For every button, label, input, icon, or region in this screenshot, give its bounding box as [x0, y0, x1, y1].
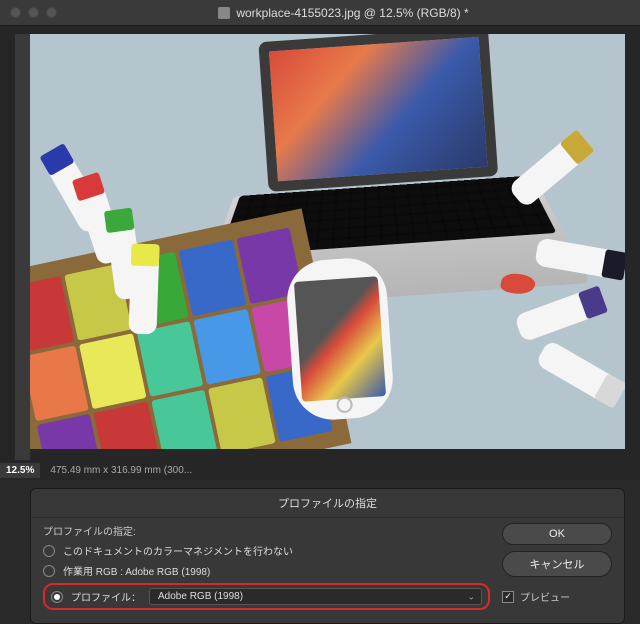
options-group-label: プロファイルの指定:	[43, 523, 490, 538]
radio-icon	[51, 591, 63, 603]
radio-dont-color-manage[interactable]: このドキュメントのカラーマネジメントを行わない	[43, 543, 490, 558]
radio-label: 作業用 RGB : Adobe RGB (1998)	[63, 563, 210, 578]
zoom-icon[interactable]	[46, 7, 57, 18]
canvas-area: 12.5% 475.49 mm x 316.99 mm (300...	[0, 26, 640, 480]
file-icon	[218, 7, 230, 19]
titlebar: workplace-4155023.jpg @ 12.5% (RGB/8) *	[0, 0, 640, 26]
checkbox-icon: ✓	[502, 591, 514, 603]
close-icon[interactable]	[10, 7, 21, 18]
preview-checkbox[interactable]: ✓ プレビュー	[502, 589, 612, 604]
traffic-lights	[10, 7, 57, 18]
artboard-image[interactable]	[30, 34, 625, 449]
radio-icon	[43, 545, 55, 557]
profile-selected-value: Adobe RGB (1998)	[158, 591, 243, 602]
radio-icon	[43, 565, 55, 577]
zoom-level[interactable]: 12.5%	[0, 463, 40, 478]
status-bar: 12.5% 475.49 mm x 316.99 mm (300...	[0, 463, 192, 478]
illustration-phone	[285, 256, 396, 423]
radio-label: プロファイル：	[71, 589, 141, 604]
cancel-button[interactable]: キャンセル	[502, 551, 612, 577]
illustration-laptop	[223, 34, 536, 244]
preview-label: プレビュー	[520, 589, 570, 604]
illustration-tube	[128, 244, 159, 335]
title-text: workplace-4155023.jpg @ 12.5% (RGB/8) *	[236, 6, 468, 20]
ok-button[interactable]: OK	[502, 523, 612, 545]
dialog-title: プロファイルの指定	[31, 489, 624, 518]
ruler-vertical[interactable]	[15, 34, 30, 460]
document-dimensions: 475.49 mm x 316.99 mm (300...	[50, 465, 192, 476]
illustration-tube	[514, 285, 608, 342]
profile-select[interactable]: Adobe RGB (1998) ⌄	[149, 588, 482, 605]
minimize-icon[interactable]	[28, 7, 39, 18]
assign-profile-dialog: プロファイルの指定 プロファイルの指定: このドキュメントのカラーマネジメントを…	[30, 488, 625, 624]
dialog-buttons: OK キャンセル ✓ プレビュー	[502, 523, 612, 615]
radio-working-rgb[interactable]: 作業用 RGB : Adobe RGB (1998)	[43, 563, 490, 578]
radio-profile[interactable]: プロファイル： Adobe RGB (1998) ⌄	[43, 583, 490, 610]
profile-options: プロファイルの指定: このドキュメントのカラーマネジメントを行わない 作業用 R…	[43, 523, 490, 615]
document-title: workplace-4155023.jpg @ 12.5% (RGB/8) *	[57, 6, 630, 20]
illustration-tube	[535, 339, 625, 408]
radio-label: このドキュメントのカラーマネジメントを行わない	[63, 543, 293, 558]
chevron-down-icon: ⌄	[467, 591, 475, 602]
